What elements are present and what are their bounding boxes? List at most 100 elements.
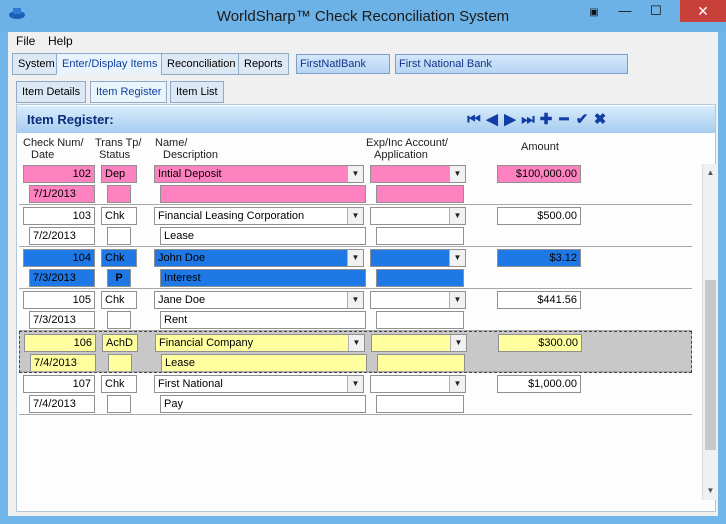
description-field[interactable] [160, 185, 366, 203]
table-row[interactable]: 103 Chk Financial Leasing Corporation ▼ ▼ $50… [19, 205, 692, 247]
date-field[interactable]: 7/4/2013 [30, 354, 96, 372]
account-dropdown[interactable]: ▼ [370, 291, 466, 309]
status-field[interactable] [107, 311, 131, 329]
last-record-icon[interactable]: ⏭ [519, 111, 537, 129]
description-field[interactable]: Lease [161, 354, 367, 372]
chevron-down-icon[interactable]: ▼ [347, 376, 363, 392]
application-field[interactable] [376, 227, 464, 245]
cancel-x-icon[interactable]: ✖ [591, 111, 609, 129]
trans-type-field[interactable]: Chk [101, 207, 137, 225]
table-row[interactable]: 102 Dep Intial Deposit ▼ ▼ $100,000.00 7/1/201… [19, 163, 692, 205]
tab-enter-display-items[interactable]: Enter/Display Items [56, 53, 164, 75]
application-field[interactable] [376, 395, 464, 413]
scroll-thumb[interactable] [705, 280, 716, 450]
trans-type-field[interactable]: Dep [101, 165, 137, 183]
trans-type-field[interactable]: Chk [101, 291, 137, 309]
trans-type-field[interactable]: AchD [102, 334, 138, 352]
remove-icon[interactable]: ━ [555, 111, 573, 129]
bank-code-field[interactable]: FirstNatlBank [296, 54, 390, 74]
account-dropdown[interactable]: ▼ [371, 334, 467, 352]
chevron-down-icon[interactable]: ▼ [348, 335, 364, 351]
account-dropdown[interactable]: ▼ [370, 165, 466, 183]
chevron-down-icon[interactable]: ▼ [347, 166, 363, 182]
amount-field[interactable]: $441.56 [497, 291, 581, 309]
tab-reconciliation[interactable]: Reconciliation [161, 53, 242, 75]
status-field[interactable] [107, 185, 131, 203]
check-number-field[interactable]: 105 [23, 291, 95, 309]
application-field[interactable] [376, 269, 464, 287]
name-dropdown[interactable]: John Doe ▼ [154, 249, 364, 267]
description-field[interactable]: Pay [160, 395, 366, 413]
date-field[interactable]: 7/4/2013 [29, 395, 95, 413]
status-field[interactable] [108, 354, 132, 372]
application-field[interactable] [376, 185, 464, 203]
account-dropdown[interactable]: ▼ [370, 249, 466, 267]
trans-type-field[interactable]: Chk [101, 375, 137, 393]
table-row[interactable]: 105 Chk Jane Doe ▼ ▼ $441.56 7/3/2013 Rent [19, 289, 692, 331]
trans-type-field[interactable]: Chk [101, 249, 137, 267]
subtab-item-list[interactable]: Item List [170, 81, 224, 103]
date-field[interactable]: 7/1/2013 [29, 185, 95, 203]
maximize-button[interactable]: ☐ [643, 0, 669, 22]
status-field[interactable] [107, 395, 131, 413]
confirm-check-icon[interactable]: ✔ [573, 111, 591, 129]
menu-file[interactable]: File [16, 34, 35, 48]
name-dropdown[interactable]: Financial Leasing Corporation ▼ [154, 207, 364, 225]
check-number-field[interactable]: 106 [24, 334, 96, 352]
scroll-up-icon[interactable]: ▲ [703, 166, 718, 180]
description-field[interactable]: Lease [160, 227, 366, 245]
chevron-down-icon[interactable]: ▼ [347, 208, 363, 224]
menu-help[interactable]: Help [48, 34, 73, 48]
name-dropdown[interactable]: Intial Deposit ▼ [154, 165, 364, 183]
restore-icon[interactable]: ▣ [584, 6, 604, 20]
chevron-down-icon[interactable]: ▼ [449, 208, 465, 224]
close-button[interactable]: ✕ [680, 0, 726, 22]
status-field[interactable]: P [107, 269, 131, 287]
check-number-field[interactable]: 103 [23, 207, 95, 225]
chevron-down-icon[interactable]: ▼ [449, 292, 465, 308]
name-dropdown[interactable]: Jane Doe ▼ [154, 291, 364, 309]
amount-field[interactable]: $3.12 [497, 249, 581, 267]
account-dropdown[interactable]: ▼ [370, 375, 466, 393]
check-number-field[interactable]: 104 [23, 249, 95, 267]
vertical-scrollbar[interactable]: ▲ ▼ [702, 164, 717, 500]
subtab-item-details[interactable]: Item Details [16, 81, 87, 103]
name-dropdown[interactable]: First National ▼ [154, 375, 364, 393]
description-field[interactable]: Interest [160, 269, 366, 287]
account-dropdown[interactable]: ▼ [370, 207, 466, 225]
name-value: First National [158, 378, 223, 390]
description-field[interactable]: Rent [160, 311, 366, 329]
subtab-item-register[interactable]: Item Register [90, 81, 168, 103]
status-field[interactable] [107, 227, 131, 245]
chevron-down-icon[interactable]: ▼ [347, 250, 363, 266]
check-number-field[interactable]: 107 [23, 375, 95, 393]
scroll-down-icon[interactable]: ▼ [703, 484, 718, 498]
tab-system[interactable]: System [12, 53, 61, 75]
table-row[interactable]: 106 AchD Financial Company ▼ ▼ $300.00 7/4/201… [19, 331, 692, 373]
bank-name-field[interactable]: First National Bank [395, 54, 628, 74]
table-row[interactable]: 104 Chk John Doe ▼ ▼ $3.12 7/3/2013 P Interest [19, 247, 692, 289]
date-field[interactable]: 7/2/2013 [29, 227, 95, 245]
application-field[interactable] [377, 354, 465, 372]
add-icon[interactable]: ✚ [537, 111, 555, 129]
amount-field[interactable]: $300.00 [498, 334, 582, 352]
amount-field[interactable]: $500.00 [497, 207, 581, 225]
check-number-field[interactable]: 102 [23, 165, 95, 183]
amount-field[interactable]: $1,000.00 [497, 375, 581, 393]
chevron-down-icon[interactable]: ▼ [450, 335, 466, 351]
date-field[interactable]: 7/3/2013 [29, 311, 95, 329]
chevron-down-icon[interactable]: ▼ [449, 250, 465, 266]
table-row[interactable]: 107 Chk First National ▼ ▼ $1,000.00 7/4/2013 P… [19, 373, 692, 415]
chevron-down-icon[interactable]: ▼ [449, 376, 465, 392]
tab-reports[interactable]: Reports [238, 53, 289, 75]
name-dropdown[interactable]: Financial Company ▼ [155, 334, 365, 352]
chevron-down-icon[interactable]: ▼ [347, 292, 363, 308]
next-record-icon[interactable]: ▶ [501, 111, 519, 129]
amount-field[interactable]: $100,000.00 [497, 165, 581, 183]
first-record-icon[interactable]: ⏮ [465, 111, 483, 129]
date-field[interactable]: 7/3/2013 [29, 269, 95, 287]
chevron-down-icon[interactable]: ▼ [449, 166, 465, 182]
minimize-button[interactable]: — [612, 0, 638, 22]
previous-record-icon[interactable]: ◀ [483, 111, 501, 129]
application-field[interactable] [376, 311, 464, 329]
